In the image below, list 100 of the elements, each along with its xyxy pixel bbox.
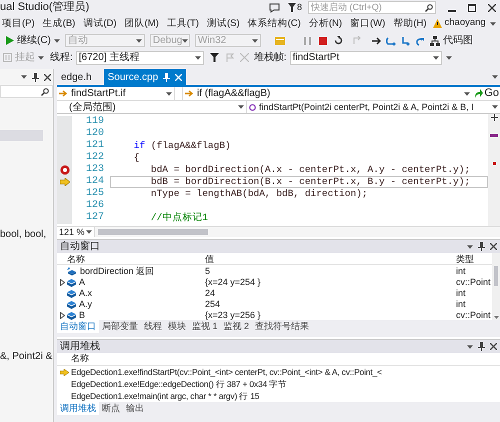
panel-tab[interactable]: 模块 <box>165 320 189 334</box>
scope-dropdown[interactable]: findStartPt.if <box>57 87 175 100</box>
column-header[interactable]: 名称 <box>71 352 89 366</box>
panel-tab[interactable]: 查找符号结果 <box>252 320 312 334</box>
stop-icon[interactable] <box>318 36 327 44</box>
stack-frame[interactable]: EdgeDection1.exe!Edge::edgeDection() 行 387 + 0x34 字节 <box>71 378 287 390</box>
pin-icon[interactable] <box>478 342 485 351</box>
line-number: 120 <box>86 128 104 140</box>
breakpoint-icon[interactable] <box>60 165 70 175</box>
editor-tab[interactable]: edge.h <box>57 69 96 85</box>
code-map-button[interactable]: 代码图 <box>442 33 473 48</box>
glyph-margin-cell[interactable] <box>57 116 72 128</box>
caret-icon <box>467 344 473 348</box>
member-dropdown[interactable]: findStartPt(Point2i centerPt, Point2i & A, Point2i & B, I <box>247 101 500 113</box>
menu-item[interactable]: 调试(D) <box>81 17 119 30</box>
close-icon[interactable] <box>44 74 51 80</box>
column-header[interactable]: 名称 <box>67 253 205 266</box>
panel-tab[interactable]: 调用堆栈 <box>57 402 99 416</box>
tree-item-text[interactable]: bool, bool, <box>0 229 53 241</box>
variable-value: {x=24 y=254 } <box>205 276 262 289</box>
zoom-dropdown[interactable]: 121 % <box>57 227 95 237</box>
expand-icon[interactable] <box>60 312 64 320</box>
feedback-icon[interactable] <box>268 2 280 12</box>
menu-item[interactable]: 项目(P) <box>0 17 37 30</box>
step-into-icon[interactable] <box>386 36 396 46</box>
tree-item-text[interactable]: &, Point2i & <box>0 351 53 363</box>
glyph-margin-cell[interactable] <box>57 152 72 164</box>
caret-icon <box>464 92 470 96</box>
next-statement-icon[interactable] <box>372 36 381 44</box>
menu-item[interactable]: 工具(T) <box>164 17 201 30</box>
pin-icon[interactable] <box>478 242 485 251</box>
stack-frame[interactable]: EdgeDection1.exe!findStartPt(cv::Point_<int> centerPt, cv::Point_<int> & A, cv::Point_< <box>71 366 382 378</box>
stack-frame[interactable]: EdgeDection1.exe!main(int argc, char * * argv) 行 15 <box>71 390 260 402</box>
expand-icon[interactable] <box>60 279 64 286</box>
bookmark-mark-icon <box>490 134 498 137</box>
go-button[interactable]: Go <box>472 87 500 100</box>
caret-icon <box>194 56 201 60</box>
warning-icon[interactable] <box>432 19 442 28</box>
column-header[interactable]: 值 <box>205 253 456 266</box>
menu-item[interactable]: 团队(M) <box>122 17 161 30</box>
window-title: ual Studio(管理员) <box>0 1 90 14</box>
context-dropdown[interactable]: (全局范围) <box>57 101 247 113</box>
hierarchy-icon[interactable] <box>430 36 440 46</box>
code-line: { <box>132 153 140 163</box>
restart-icon[interactable] <box>334 36 343 45</box>
step-over-icon[interactable] <box>400 36 410 46</box>
panel-tab[interactable]: 监视 2 <box>220 320 252 334</box>
panel-tab[interactable]: 局部变量 <box>99 320 141 334</box>
menu-item[interactable]: 分析(N) <box>306 17 344 30</box>
user-name[interactable]: chaoyang <box>444 16 486 31</box>
menu-item[interactable]: 测试(S) <box>204 17 242 30</box>
menu-item[interactable]: 帮助(H) <box>391 17 429 30</box>
panel-tab[interactable]: 线程 <box>141 320 165 334</box>
step-out-icon[interactable] <box>414 36 424 46</box>
search-field[interactable] <box>0 85 53 98</box>
split-icon[interactable] <box>490 114 498 121</box>
block-dropdown[interactable]: if (flagA&&flagB) <box>183 87 472 100</box>
vertical-scrollbar[interactable] <box>492 253 500 320</box>
menu-item[interactable]: 体系结构(C) <box>246 17 303 30</box>
thread-dropdown[interactable]: [6720] 主线程 <box>76 50 204 64</box>
quick-launch-field[interactable]: 快速启动 (Ctrl+Q) <box>308 1 436 14</box>
line-number: 119 <box>86 116 104 128</box>
line-number: 126 <box>86 200 104 212</box>
caret-icon <box>54 38 60 42</box>
column-header[interactable]: 类型 <box>456 253 492 266</box>
close-icon[interactable] <box>490 243 497 250</box>
method-icon <box>249 104 256 110</box>
line-number: 127 <box>86 212 104 224</box>
maximize-icon[interactable] <box>468 4 476 12</box>
variable-name: bordDirection 返回 <box>80 265 154 278</box>
glyph-margin-cell[interactable] <box>57 164 72 176</box>
variable-type: cv::Point <box>456 276 492 289</box>
panel-tab[interactable]: 断点 <box>99 402 123 416</box>
panel-tab[interactable]: 自动窗口 <box>57 320 99 334</box>
continue-button[interactable]: 继续(C) <box>17 33 51 48</box>
variable-name: B <box>79 309 86 322</box>
glyph-margin-cell[interactable] <box>57 176 72 188</box>
panel-tab[interactable]: 监视 1 <box>189 320 221 334</box>
menu-item[interactable]: 生成(B) <box>40 17 78 30</box>
play-icon[interactable] <box>6 36 14 45</box>
filter-icon[interactable] <box>210 53 219 62</box>
close-icon[interactable] <box>490 343 497 350</box>
variable-type: int <box>456 298 467 311</box>
go-arrow-icon <box>474 89 484 98</box>
search-icon[interactable] <box>425 4 433 12</box>
editor-tab[interactable]: Source.cpp <box>104 69 186 85</box>
overview-scrollbar[interactable] <box>488 114 500 226</box>
panel-tab[interactable]: 输出 <box>123 402 147 416</box>
caret-icon <box>86 230 92 234</box>
breakpoint-mark-icon <box>492 162 496 165</box>
notification-count[interactable]: 8 <box>296 0 302 14</box>
stack-frame-dropdown[interactable]: findStartPt <box>290 50 442 64</box>
close-icon[interactable] <box>488 4 496 12</box>
search-icon[interactable] <box>41 88 49 96</box>
pin-icon[interactable] <box>32 72 39 82</box>
return-value-icon <box>67 267 77 276</box>
variable-name: A <box>79 276 86 289</box>
glyph-margin-cell[interactable] <box>57 212 72 224</box>
pin-icon[interactable] <box>163 72 170 82</box>
menu-item[interactable]: 窗口(W) <box>348 17 388 30</box>
